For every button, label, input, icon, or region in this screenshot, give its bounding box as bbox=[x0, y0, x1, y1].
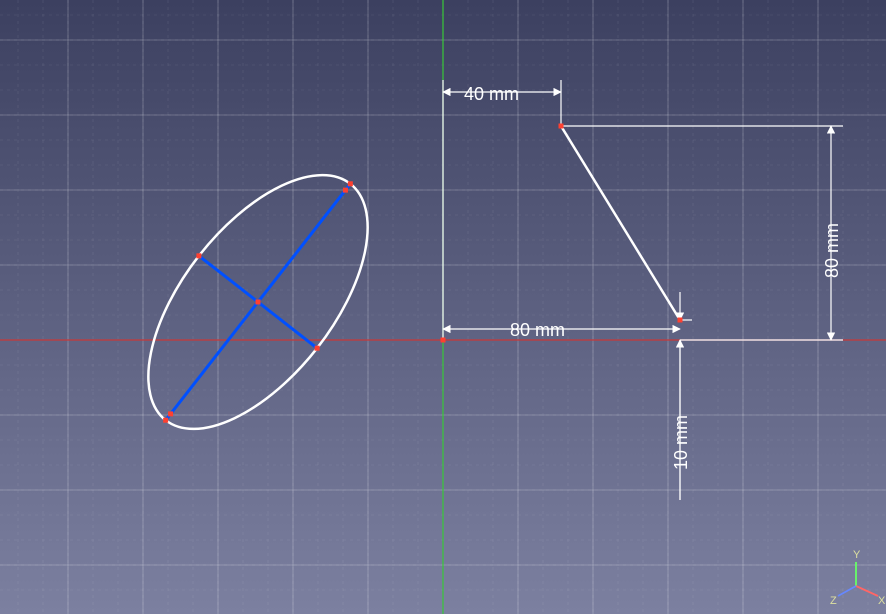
dimension-label: 10 mm bbox=[671, 415, 691, 470]
dimension-label: 80 mm bbox=[510, 320, 565, 340]
dimension-10mm[interactable]: 10 mm bbox=[671, 292, 692, 500]
dimension-80mm-vertical[interactable]: 80 mm bbox=[561, 126, 843, 340]
sketch-line[interactable] bbox=[561, 126, 680, 320]
axis-x-label: X bbox=[878, 595, 886, 607]
axis-y-label: Y bbox=[853, 549, 861, 561]
dimension-label: 40 mm bbox=[464, 84, 519, 104]
cad-canvas[interactable]: 40 mm 80 mm 80 mm 10 mm Y Z X bbox=[0, 0, 886, 614]
dimension-80mm-horizontal[interactable]: 80 mm bbox=[443, 320, 680, 340]
axis-z-label: Z bbox=[830, 595, 837, 607]
navigation-axes-icon[interactable]: Y Z X bbox=[830, 549, 886, 607]
sketch-points bbox=[163, 124, 682, 423]
dimension-label: 80 mm bbox=[822, 223, 842, 278]
